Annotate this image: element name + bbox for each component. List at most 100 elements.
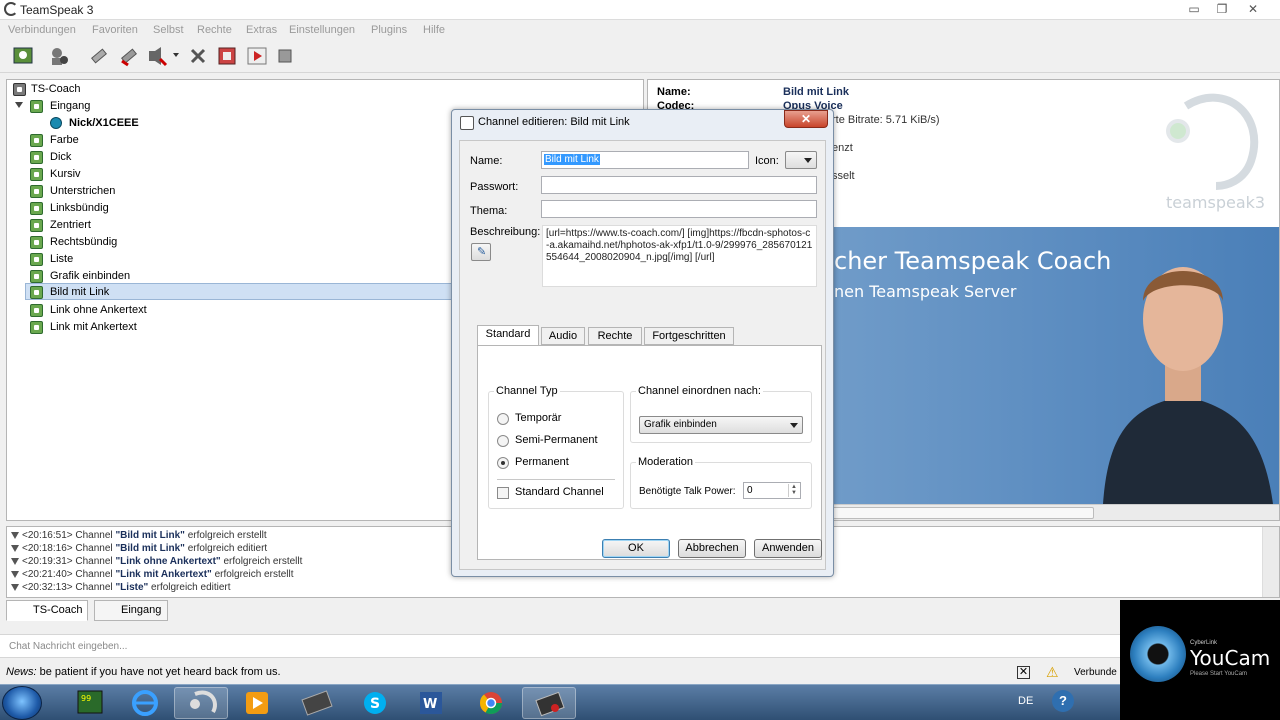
chevron-down-icon[interactable] <box>173 53 179 57</box>
taskbar: 99 S W DE ? <box>0 684 1280 720</box>
tab-standard[interactable]: Standard <box>477 325 539 346</box>
channel-icon <box>30 286 43 299</box>
menu-rechte[interactable]: Rechte <box>197 24 232 36</box>
chat-input[interactable]: Chat Nachricht eingeben... <box>0 634 1120 658</box>
tree-channel[interactable]: Liste <box>7 251 452 268</box>
ok-button[interactable]: OK <box>602 539 670 558</box>
youcam-overlay: CyberLink YouCam Please Start YouCam <box>1120 600 1280 720</box>
tree-channel[interactable]: Zentriert <box>7 217 452 234</box>
recorder-icon <box>535 691 565 717</box>
internet-explorer-icon <box>132 690 158 716</box>
close-icon[interactable]: ✕ <box>1017 666 1030 679</box>
standard-tab-pane: Channel Typ Temporär Semi-Permanent Perm… <box>477 345 822 560</box>
taskbar-app-recorder[interactable] <box>522 687 576 719</box>
user-status-icon <box>50 117 62 129</box>
microphone-icon[interactable] <box>118 45 140 67</box>
tab-channel[interactable]: Eingang <box>94 600 168 621</box>
tree-channel-eingang[interactable]: Eingang <box>7 98 452 115</box>
channel-icon <box>30 151 43 164</box>
taskbar-app-capture[interactable] <box>290 687 344 719</box>
help-icon[interactable]: ? <box>1052 690 1074 712</box>
channel-icon <box>30 100 43 113</box>
radio-semi-permanent[interactable] <box>497 435 509 447</box>
edit-description-button[interactable]: ✎ <box>471 243 491 261</box>
taskbar-app-word[interactable]: W <box>404 687 458 719</box>
svg-text:S: S <box>370 696 380 712</box>
channel-order-select[interactable]: Grafik einbinden <box>639 416 803 434</box>
teamspeak-logo-icon: teamspeak3 <box>1166 93 1265 212</box>
tree-channel[interactable]: Dick <box>7 149 452 166</box>
svg-text:W: W <box>423 697 437 712</box>
warning-icon[interactable]: ⚠ <box>1046 664 1059 681</box>
away-icon[interactable] <box>48 45 70 67</box>
log-scrollbar[interactable] <box>1262 527 1279 597</box>
microphone-mute-icon[interactable] <box>88 45 110 67</box>
start-button[interactable] <box>2 686 42 720</box>
radio-temporary[interactable] <box>497 413 509 425</box>
cancel-button[interactable]: Abbrechen <box>678 539 746 558</box>
log-row: <20:21:40> Channel "Link mit Ankertext" … <box>11 569 294 582</box>
dialog-body: Name: Bild mit Link Icon: Passwort: Them… <box>459 140 826 570</box>
stop-icon[interactable] <box>274 45 296 67</box>
description-textarea[interactable]: [url=https://www.ts-coach.com/] [img]htt… <box>542 225 817 287</box>
taskbar-app-browser[interactable] <box>118 687 172 719</box>
tree-channel[interactable]: Kursiv <box>7 166 452 183</box>
channel-icon <box>30 304 43 317</box>
channel-icon <box>30 168 43 181</box>
tab-fortgeschritten[interactable]: Fortgeschritten <box>644 327 734 345</box>
menu-plugins[interactable]: Plugins <box>371 24 407 36</box>
password-input[interactable] <box>541 176 817 194</box>
taskbar-app-chrome[interactable] <box>464 687 518 719</box>
speaker-mute-icon[interactable] <box>146 45 168 67</box>
log-row: <20:16:51> Channel "Bild mit Link" erfol… <box>11 530 267 543</box>
connect-icon[interactable] <box>12 45 34 67</box>
arrow-down-icon <box>11 545 19 552</box>
dialog-close-button[interactable]: ✕ <box>784 110 828 128</box>
menu-selbst[interactable]: Selbst <box>153 24 184 36</box>
tree-channel[interactable]: Linksbündig <box>7 200 452 217</box>
language-indicator[interactable]: DE <box>1018 695 1033 707</box>
menu-einstellungen[interactable]: Einstellungen <box>289 24 355 36</box>
maximize-button[interactable]: ❐ <box>1214 1 1230 17</box>
menu-extras[interactable]: Extras <box>246 24 277 36</box>
taskbar-app-skype[interactable]: S <box>348 687 402 719</box>
teamspeak-icon <box>4 2 18 16</box>
tab-rechte[interactable]: Rechte <box>588 327 642 345</box>
apply-button[interactable]: Anwenden <box>754 539 822 558</box>
standard-channel-checkbox[interactable] <box>497 487 509 499</box>
channel-order-group: Channel einordnen nach: Grafik einbinden <box>630 385 812 443</box>
icon-select[interactable] <box>785 151 817 169</box>
tab-server[interactable]: TS-Coach <box>6 600 88 621</box>
tab-audio[interactable]: Audio <box>541 327 585 345</box>
radio-permanent[interactable] <box>497 457 509 469</box>
menu-favoriten[interactable]: Favoriten <box>92 24 138 36</box>
taskbar-app-teamspeak[interactable] <box>174 687 228 719</box>
tree-channel[interactable]: Farbe <box>7 132 452 149</box>
away-status-icon[interactable] <box>216 45 238 67</box>
tree-channel[interactable]: Link ohne Ankertext <box>7 302 452 319</box>
teamspeak-taskbar-icon <box>190 690 217 714</box>
tree-user[interactable]: Nick/X1CEEE <box>7 115 452 132</box>
menu-hilfe[interactable]: Hilfe <box>423 24 445 36</box>
edit-channel-dialog: Channel editieren: Bild mit Link ✕ Name:… <box>451 109 834 577</box>
tree-channel[interactable]: Rechtsbündig <box>7 234 452 251</box>
news-ticker: News: be patient if you have not yet hea… <box>6 666 281 678</box>
minimize-button[interactable]: ▭ <box>1186 1 1202 17</box>
record-play-icon[interactable] <box>246 45 268 67</box>
tree-channel-selected[interactable]: Bild mit Link <box>25 283 453 300</box>
topic-input[interactable] <box>541 200 817 218</box>
tree-channel[interactable]: Unterstrichen <box>7 183 452 200</box>
channel-icon <box>30 185 43 198</box>
screen-capture-icon <box>301 690 333 716</box>
taskbar-app-media[interactable] <box>230 687 284 719</box>
tree-server[interactable]: TS-Coach <box>7 81 452 98</box>
talk-power-spinbox[interactable]: 0 ▲ ▼ <box>743 482 801 499</box>
tree-channel[interactable]: Link mit Ankertext <box>7 319 452 336</box>
expand-arrow-icon[interactable] <box>15 102 23 108</box>
menu-verbindungen[interactable]: Verbindungen <box>8 24 76 36</box>
disconnect-icon[interactable] <box>187 45 209 67</box>
name-input[interactable]: Bild mit Link <box>541 151 749 169</box>
taskbar-app-monitor[interactable]: 99 <box>64 687 118 719</box>
close-button[interactable]: ✕ <box>1244 1 1262 17</box>
spin-arrows-icon[interactable]: ▲ ▼ <box>788 484 799 497</box>
